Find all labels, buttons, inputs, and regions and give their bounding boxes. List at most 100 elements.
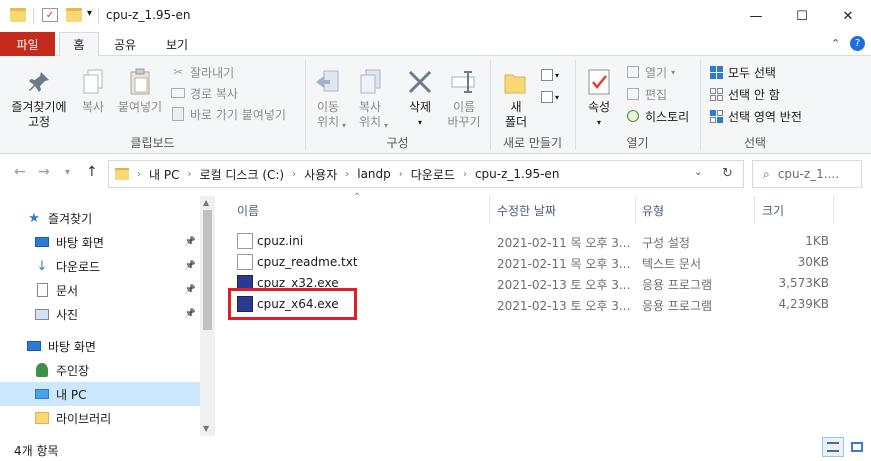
tab-share[interactable]: 공유 [103, 32, 147, 56]
new-item-button[interactable]: ▾ [541, 66, 563, 84]
properties-quick-icon[interactable]: ✓ [42, 8, 58, 22]
search-box[interactable]: ⌕ cpu-z_1.... [752, 160, 862, 188]
maximize-button[interactable]: ☐ [779, 0, 825, 32]
pin-icon[interactable]: 📌 [185, 309, 196, 319]
refresh-icon[interactable]: ↻ [722, 166, 733, 181]
back-arrow-icon[interactable]: ← [14, 164, 26, 180]
collapse-ribbon-icon[interactable]: ⌃ [831, 37, 840, 50]
large-icons-view-button[interactable] [846, 437, 868, 457]
address-bar[interactable]: › 내 PC › 로컬 디스크 (C:) › 사용자 › landp › 다운로드 › cpu-z_1… [108, 160, 744, 188]
customize-quick-access-icon[interactable]: ▾ [87, 8, 92, 19]
new-folder-quick-icon[interactable] [66, 8, 82, 22]
breadcrumb-separator-icon[interactable]: › [187, 169, 191, 180]
paste-shortcut-button[interactable]: 바로 가기 붙여넣기 [170, 104, 286, 124]
recent-locations-icon[interactable]: ▾ [65, 167, 70, 178]
nav-item[interactable]: 문서 📌 [0, 278, 200, 302]
paste-label: 붙여넣기 [117, 100, 163, 114]
invert-selection-label: 선택 영역 반전 [728, 109, 802, 124]
details-view-icon [827, 442, 839, 452]
move-to-label: 이동 위치 [316, 100, 340, 129]
nav-item[interactable]: ↓ 다운로드 📌 [0, 254, 200, 278]
breadcrumb-item[interactable]: 다운로드 [411, 166, 455, 183]
tab-home[interactable]: 홈 [59, 32, 99, 57]
file-modified: 2021-02-13 토 오후 3... [497, 278, 631, 292]
easy-access-button[interactable]: ▾ [541, 88, 563, 106]
column-header-size[interactable]: 크기 [762, 202, 784, 219]
breadcrumb-separator-icon[interactable]: › [463, 169, 467, 180]
breadcrumb-separator-icon[interactable]: › [345, 169, 349, 180]
invert-selection-icon [708, 108, 724, 124]
select-all-label: 모두 선택 [728, 65, 776, 80]
column-header-modified[interactable]: 수정한 날짜 [497, 202, 556, 219]
forward-arrow-icon[interactable]: → [38, 164, 50, 180]
pin-icon[interactable]: 📌 [185, 285, 196, 295]
breadcrumb-item[interactable]: landp [357, 167, 391, 181]
tab-view[interactable]: 보기 [153, 32, 201, 56]
highlight-box [228, 288, 357, 320]
nav-item[interactable]: 주인장 [0, 358, 200, 382]
tab-file[interactable]: 파일 [0, 32, 55, 56]
scroll-down-icon[interactable]: ▼ [203, 424, 209, 433]
nav-item[interactable]: 사진 📌 [0, 302, 200, 326]
help-icon[interactable]: ? [850, 36, 865, 51]
breadcrumb-separator-icon[interactable]: › [292, 169, 296, 180]
nav-item[interactable]: 라이브러리 [0, 406, 200, 430]
edit-label: 편집 [645, 87, 668, 102]
file-row[interactable]: cpuz_readme.txt 2021-02-11 목 오후 3... 텍스트 문… [235, 252, 835, 273]
edit-button[interactable]: 편집 [625, 84, 667, 104]
search-icon: ⌕ [763, 166, 770, 181]
breadcrumb-item[interactable]: 내 PC [149, 166, 179, 183]
copy-button[interactable]: 복사 [74, 66, 112, 115]
nav-item[interactable]: 바탕 화면 [0, 334, 200, 358]
paste-button[interactable]: 붙여넣기 [114, 66, 166, 115]
pin-icon[interactable]: 📌 [185, 261, 196, 271]
pictures-icon [34, 306, 50, 322]
delete-button[interactable]: 삭제 ▾ [400, 66, 440, 130]
nav-item[interactable]: ★ 즐겨찾기 [0, 206, 200, 230]
move-to-button[interactable]: 이동 위치 ▾ [308, 66, 348, 130]
nav-item-label: 사진 [56, 307, 79, 322]
scroll-thumb[interactable] [203, 210, 212, 330]
pin-to-quick-access-button[interactable]: 즐겨찾기에 고정 [4, 66, 74, 130]
breadcrumb-separator-icon[interactable]: › [399, 169, 403, 180]
close-button[interactable]: ✕ [825, 0, 871, 32]
txt-file-icon [237, 254, 253, 270]
new-folder-button[interactable]: 새 폴더 [494, 66, 538, 130]
minimize-button[interactable]: — [733, 0, 779, 32]
properties-label: 속성 [587, 100, 611, 114]
column-header-name[interactable]: 이름 [237, 202, 259, 219]
rename-button[interactable]: 이름 바꾸기 [442, 66, 486, 130]
cut-button[interactable]: ✂ 잘라내기 [170, 62, 234, 82]
breadcrumb-separator-icon[interactable]: › [137, 169, 141, 180]
select-none-button[interactable]: 선택 안 함 [708, 84, 780, 104]
breadcrumb-item[interactable]: cpu-z_1.95-en [475, 167, 560, 181]
properties-button[interactable]: 속성 ▾ [578, 66, 620, 130]
up-arrow-icon[interactable]: ↑ [86, 164, 98, 180]
select-all-button[interactable]: 모두 선택 [708, 62, 776, 82]
rename-icon [448, 66, 480, 98]
nav-item-label: 주인장 [56, 363, 90, 378]
open-button[interactable]: 열기 ▾ [625, 62, 675, 82]
details-view-button[interactable] [822, 437, 844, 457]
breadcrumb-item[interactable]: 사용자 [304, 166, 337, 183]
pin-icon[interactable]: 📌 [185, 237, 196, 247]
navigation-scrollbar[interactable]: ▲ ▼ [200, 196, 215, 436]
pc-icon [34, 386, 50, 402]
select-group-label: 선택 [743, 136, 767, 150]
invert-selection-button[interactable]: 선택 영역 반전 [708, 106, 802, 126]
clipboard-group-label: 클립보드 [130, 136, 175, 150]
item-count: 4개 항목 [14, 444, 59, 458]
copy-to-button[interactable]: 복사 위치 ▾ [350, 66, 390, 130]
nav-item[interactable]: 바탕 화면 📌 [0, 230, 200, 254]
nav-item-label: 라이브러리 [56, 411, 112, 426]
file-row[interactable]: cpuz.ini 2021-02-11 목 오후 3... 구성 설정 1KB [235, 231, 835, 252]
address-dropdown-icon[interactable]: ⌄ [694, 167, 702, 178]
copy-path-button[interactable]: 경로 복사 [170, 83, 238, 103]
large-icons-view-icon [851, 442, 863, 452]
column-header-type[interactable]: 유형 [642, 202, 664, 219]
history-button[interactable]: 히스토리 [625, 106, 689, 126]
nav-item[interactable]: 내 PC [0, 382, 200, 406]
breadcrumb-item[interactable]: 로컬 디스크 (C:) [199, 166, 284, 183]
nav-item-label: 바탕 화면 [56, 235, 104, 250]
scroll-up-icon[interactable]: ▲ [203, 198, 209, 207]
